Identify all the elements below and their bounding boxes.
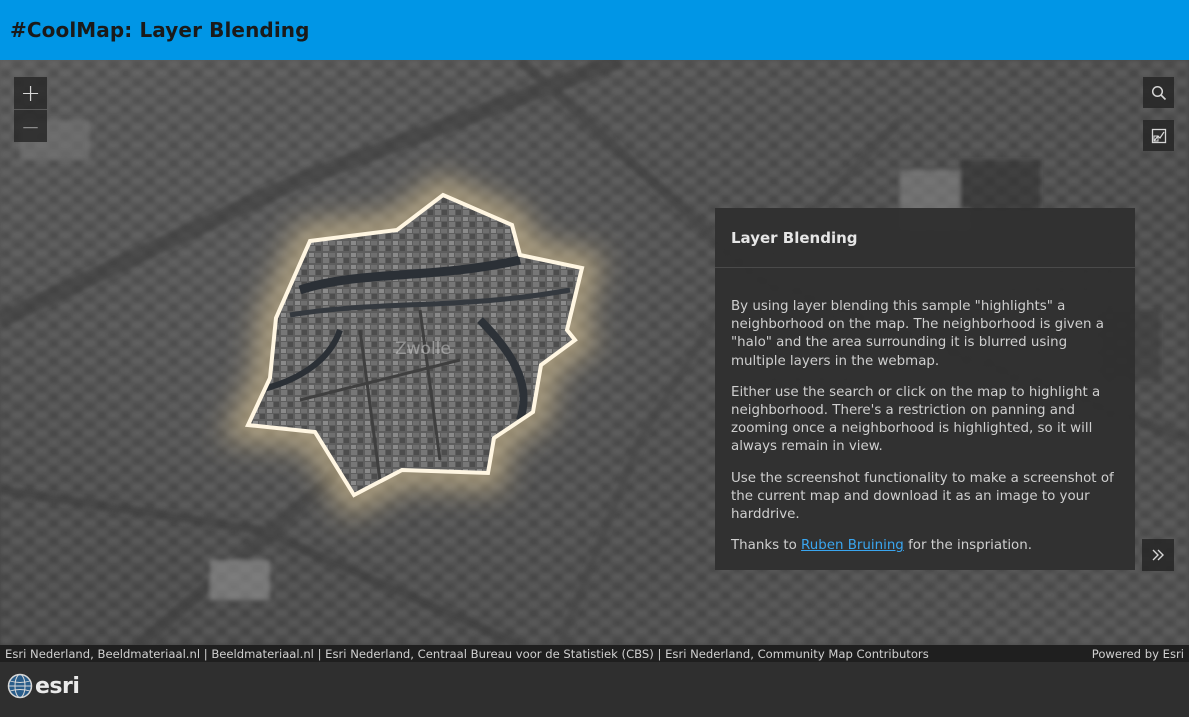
zoom-in-button[interactable]: + (14, 77, 47, 109)
panel-body: By using layer blending this sample "hig… (715, 268, 1135, 555)
panel-paragraph-2: Either use the search or click on the ma… (731, 384, 1101, 455)
panel-thanks: Thanks to Ruben Bruining for the inspria… (731, 537, 1119, 555)
attribution-sources: Esri Nederland, Beeldmateriaal.nl | Beel… (5, 646, 929, 661)
esri-logo-text: esri (35, 673, 80, 699)
esri-logo[interactable]: esri (7, 673, 80, 699)
zoom-out-button[interactable]: — (14, 110, 47, 142)
zoom-control: + — (14, 77, 47, 142)
info-panel: Layer Blending By using layer blending t… (715, 208, 1135, 570)
app-footer: esri (0, 662, 1189, 717)
page-title: #CoolMap: Layer Blending (10, 18, 310, 42)
thanks-prefix: Thanks to (731, 538, 802, 554)
screenshot-button[interactable] (1143, 120, 1174, 151)
panel-paragraph-1: By using layer blending this sample "hig… (731, 299, 1104, 369)
search-button[interactable] (1143, 77, 1174, 108)
app-header: #CoolMap: Layer Blending (0, 0, 1189, 60)
screenshot-icon (1151, 128, 1166, 143)
double-chevron-right-icon (1152, 549, 1164, 561)
globe-icon (7, 673, 33, 699)
panel-paragraph-3: Use the screenshot functionality to make… (731, 470, 1114, 523)
thanks-suffix: for the inspriation. (903, 538, 1032, 554)
collapse-panel-button[interactable] (1142, 539, 1174, 571)
powered-by-esri-link[interactable]: Powered by Esri (1092, 647, 1184, 661)
map-attribution: Esri Nederland, Beeldmateriaal.nl | Beel… (0, 645, 1189, 662)
ruben-bruining-link[interactable]: Ruben Bruining (801, 538, 904, 553)
panel-title: Layer Blending (715, 208, 1135, 268)
search-icon (1151, 85, 1166, 100)
map-place-label: Zwolle (395, 339, 451, 359)
